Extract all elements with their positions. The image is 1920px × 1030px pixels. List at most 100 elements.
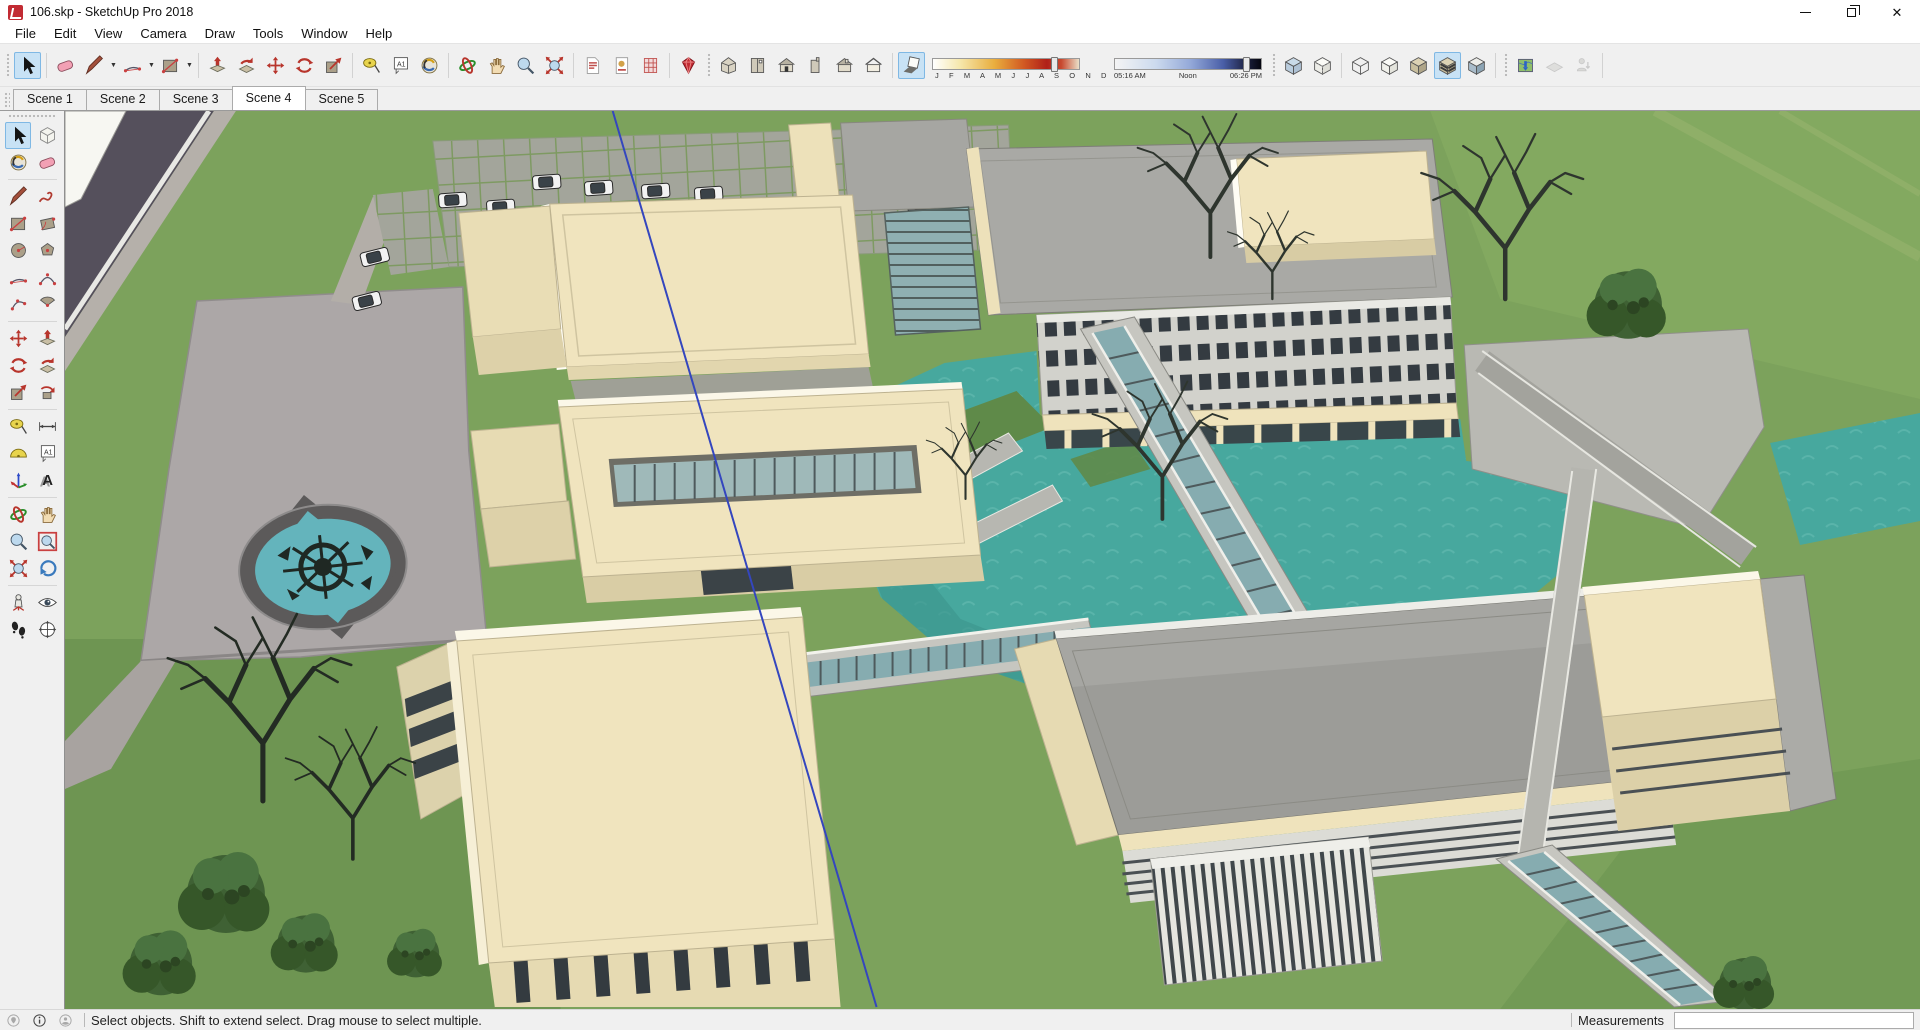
tool-houseback-button[interactable] bbox=[831, 52, 858, 79]
tool-text-button[interactable]: A1 bbox=[34, 440, 60, 467]
tool-rrect-button[interactable] bbox=[34, 210, 60, 237]
tool-shaded-button[interactable] bbox=[1405, 52, 1432, 79]
tool-paint-button[interactable] bbox=[5, 149, 31, 176]
tool-zoom-button[interactable] bbox=[5, 528, 31, 555]
tool-housefront-button[interactable] bbox=[773, 52, 800, 79]
tool-line-button[interactable] bbox=[81, 52, 108, 79]
tool-houseiso-button[interactable] bbox=[715, 52, 742, 79]
palette-grip[interactable] bbox=[8, 114, 57, 119]
info-icon[interactable] bbox=[26, 1010, 52, 1030]
scene-tab-scene-5[interactable]: Scene 5 bbox=[304, 89, 379, 110]
tool-followme-button[interactable] bbox=[233, 52, 260, 79]
tool-page1-button[interactable] bbox=[579, 52, 606, 79]
tool-houseleft-button[interactable] bbox=[860, 52, 887, 79]
scene-tab-scene-1[interactable]: Scene 1 bbox=[13, 89, 87, 110]
tool-housetop-button[interactable] bbox=[744, 52, 771, 79]
dropdown-caret-icon[interactable]: ▼ bbox=[185, 52, 194, 79]
date-slider-handle[interactable] bbox=[1051, 56, 1059, 72]
tool-pan-button[interactable] bbox=[34, 501, 60, 528]
tool-poscam-button[interactable] bbox=[5, 589, 31, 616]
tool-pushpull-button[interactable] bbox=[204, 52, 231, 79]
tool-axes-button[interactable] bbox=[5, 467, 31, 494]
tool-rect-button[interactable] bbox=[5, 210, 31, 237]
tool-zoomext-button[interactable] bbox=[5, 555, 31, 582]
menu-draw[interactable]: Draw bbox=[196, 25, 244, 42]
tool-orbit-button[interactable] bbox=[5, 501, 31, 528]
date-slider-track[interactable] bbox=[932, 56, 1080, 72]
tool-eraser-button[interactable] bbox=[34, 149, 60, 176]
tool-zoomwin-button[interactable] bbox=[34, 528, 60, 555]
tool-mono-button[interactable] bbox=[1463, 52, 1490, 79]
tool-houseright-button[interactable] bbox=[802, 52, 829, 79]
menu-camera[interactable]: Camera bbox=[131, 25, 195, 42]
menu-help[interactable]: Help bbox=[357, 25, 402, 42]
dropdown-caret-icon[interactable]: ▼ bbox=[147, 52, 156, 79]
tool-select-button[interactable] bbox=[5, 122, 31, 149]
tool-look-button[interactable] bbox=[34, 589, 60, 616]
tool-zoom-button[interactable] bbox=[512, 52, 539, 79]
tool-text3d-button[interactable]: AA bbox=[34, 467, 60, 494]
tool-select-button[interactable] bbox=[14, 51, 41, 79]
geolocation-pin-icon[interactable] bbox=[0, 1010, 26, 1030]
tool-orbit-button[interactable] bbox=[454, 52, 481, 79]
tool-backedges-button[interactable] bbox=[1309, 52, 1336, 79]
tool-move-button[interactable] bbox=[5, 325, 31, 352]
tool-section-button[interactable] bbox=[34, 616, 60, 643]
tool-walk-button[interactable] bbox=[5, 616, 31, 643]
tool-textured-button[interactable] bbox=[1434, 51, 1461, 79]
tool-followme-button[interactable] bbox=[34, 352, 60, 379]
tool-makecomp-button[interactable] bbox=[34, 122, 60, 149]
tool-page2-button[interactable] bbox=[608, 52, 635, 79]
time-slider-track[interactable] bbox=[1114, 56, 1262, 72]
tool-scale-button[interactable] bbox=[320, 52, 347, 79]
tool-circle-button[interactable] bbox=[5, 237, 31, 264]
scene-tab-scene-4[interactable]: Scene 4 bbox=[231, 86, 306, 110]
tool-polygon-button[interactable] bbox=[34, 237, 60, 264]
tool-rotate-button[interactable] bbox=[291, 52, 318, 79]
viewport[interactable] bbox=[64, 111, 1920, 1009]
tool-arc-button[interactable] bbox=[119, 52, 146, 79]
toolbar-grip[interactable] bbox=[5, 52, 10, 78]
tool-gem-button[interactable] bbox=[675, 52, 702, 79]
close-button[interactable]: ✕ bbox=[1874, 0, 1920, 24]
menu-window[interactable]: Window bbox=[292, 25, 356, 42]
tool-hiddenline-button[interactable] bbox=[1376, 52, 1403, 79]
tool-pushpull-button[interactable] bbox=[34, 325, 60, 352]
tabs-grip[interactable] bbox=[4, 92, 10, 108]
restore-button[interactable] bbox=[1828, 0, 1874, 24]
minimize-button[interactable] bbox=[1782, 0, 1828, 24]
tool-tape-button[interactable] bbox=[358, 52, 385, 79]
tool-protractor-button[interactable] bbox=[5, 440, 31, 467]
tool-arc-button[interactable] bbox=[5, 264, 31, 291]
tool-shadowbox-button[interactable] bbox=[898, 51, 925, 79]
tool-page3-button[interactable] bbox=[637, 52, 664, 79]
tool-geomap-button[interactable] bbox=[1512, 52, 1539, 79]
tool-text-button[interactable]: A1 bbox=[387, 52, 414, 79]
tool-pie-button[interactable] bbox=[34, 291, 60, 318]
tool-arc2-button[interactable] bbox=[34, 264, 60, 291]
user-account-icon[interactable] bbox=[52, 1010, 78, 1030]
tool-line-button[interactable] bbox=[5, 183, 31, 210]
tool-pan-button[interactable] bbox=[483, 52, 510, 79]
tool-previous-button[interactable] bbox=[34, 555, 60, 582]
tool-arc3-button[interactable] bbox=[5, 291, 31, 318]
tool-scale-button[interactable] bbox=[5, 379, 31, 406]
measurements-input[interactable] bbox=[1674, 1011, 1914, 1029]
shadow-time-slider[interactable]: 05:16 AM Noon 06:26 PM bbox=[1114, 56, 1262, 80]
tool-zoomext-button[interactable] bbox=[541, 52, 568, 79]
tool-freehand-button[interactable] bbox=[34, 183, 60, 210]
tool-rotate-button[interactable] bbox=[5, 352, 31, 379]
tool-paint-button[interactable] bbox=[416, 52, 443, 79]
tool-tape-button[interactable] bbox=[5, 413, 31, 440]
scene-tab-scene-2[interactable]: Scene 2 bbox=[85, 89, 160, 110]
tool-wireframe-button[interactable] bbox=[1347, 52, 1374, 79]
toolbar-grip[interactable] bbox=[1503, 52, 1508, 78]
scene-tab-scene-3[interactable]: Scene 3 bbox=[158, 89, 233, 110]
menu-tools[interactable]: Tools bbox=[244, 25, 292, 42]
tool-addperson-button[interactable] bbox=[1570, 52, 1597, 79]
tool-offset-button[interactable] bbox=[34, 379, 60, 406]
shadow-date-slider[interactable]: J F M A M J J A S O N D bbox=[932, 56, 1106, 80]
menu-view[interactable]: View bbox=[85, 25, 131, 42]
menu-edit[interactable]: Edit bbox=[45, 25, 85, 42]
tool-eraser-button[interactable] bbox=[52, 52, 79, 79]
